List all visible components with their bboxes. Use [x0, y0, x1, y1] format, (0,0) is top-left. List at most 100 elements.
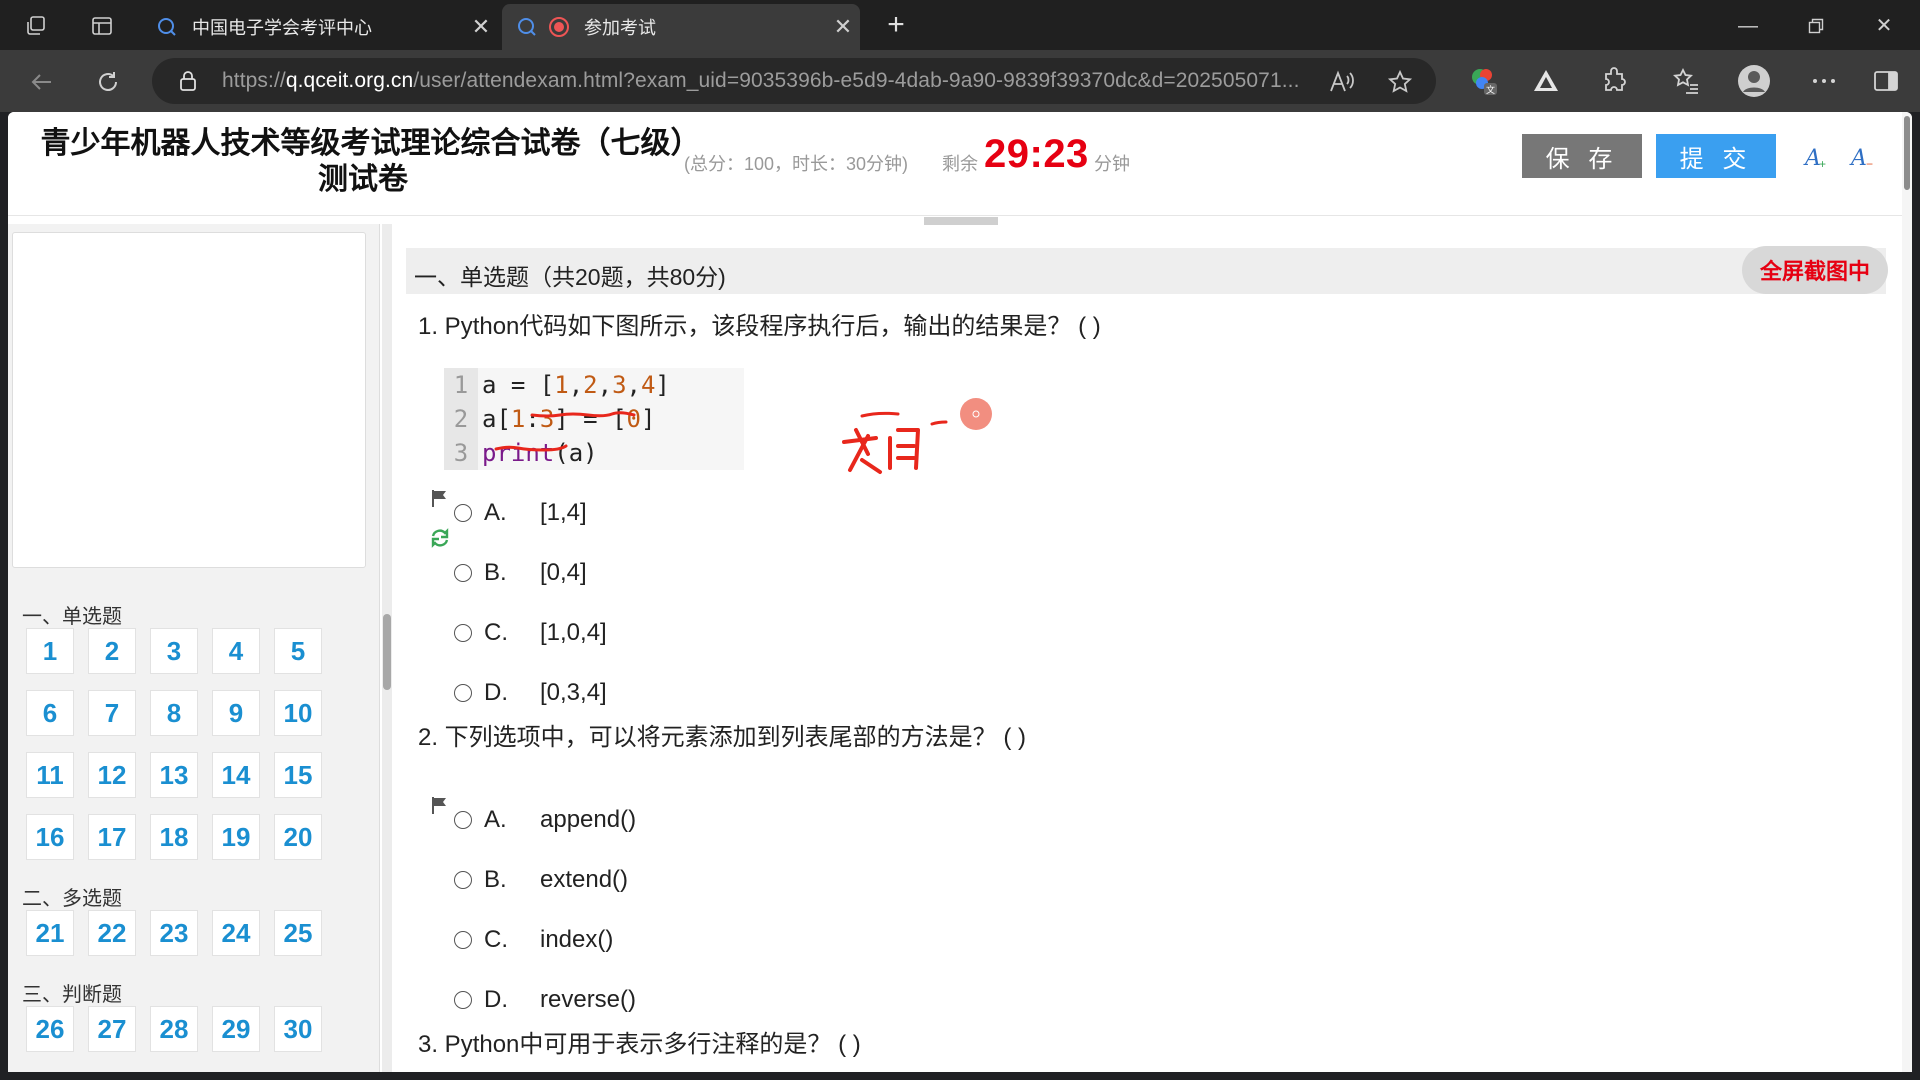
close-icon[interactable]: ✕	[464, 14, 498, 40]
site-favicon-icon	[516, 16, 538, 38]
refresh-icon[interactable]	[90, 64, 126, 100]
restore-icon[interactable]	[1796, 8, 1836, 44]
question-number-button[interactable]: 28	[150, 1006, 198, 1052]
countdown-timer: 29:23	[984, 132, 1089, 176]
code-text: a[1:3] = [0]	[482, 405, 656, 433]
extension-translate-icon[interactable]: 文	[1466, 63, 1502, 99]
question-number-button[interactable]: 24	[212, 910, 260, 956]
submit-button[interactable]: 提 交	[1656, 134, 1776, 178]
question-number-button[interactable]: 29	[212, 1006, 260, 1052]
scrollbar-thumb[interactable]	[1904, 116, 1910, 190]
back-icon[interactable]	[24, 64, 60, 100]
option-2A[interactable]: A. append()	[454, 803, 636, 837]
question-number-button[interactable]: 12	[88, 752, 136, 798]
question-number-button[interactable]: 27	[88, 1006, 136, 1052]
nav-section-label: 二、多选题	[22, 888, 122, 910]
question-number-button[interactable]: 11	[26, 752, 74, 798]
tab-active[interactable]: 参加考试 ✕	[502, 4, 860, 50]
toolbar: https://q.qceit.org.cn/user/attendexam.h…	[0, 50, 1920, 112]
address-bar[interactable]: https://q.qceit.org.cn/user/attendexam.h…	[152, 58, 1436, 104]
question-number-button[interactable]: 19	[212, 814, 260, 860]
option-2C[interactable]: C. index()	[454, 923, 613, 957]
code-line: 1a = [1,2,3,4]	[444, 368, 744, 402]
question-number-button[interactable]: 18	[150, 814, 198, 860]
radio-button[interactable]	[454, 504, 472, 522]
favorites-list-icon[interactable]	[1668, 63, 1704, 99]
question-number-button[interactable]: 1	[26, 628, 74, 674]
exam-header: 青少年机器人技术等级考试理论综合试卷（七级）测试卷 (总分：100，时长：30分…	[8, 112, 1902, 216]
radio-button[interactable]	[454, 871, 472, 889]
radio-button[interactable]	[454, 624, 472, 642]
lock-icon[interactable]	[176, 69, 200, 93]
question-number-button[interactable]: 5	[274, 628, 322, 674]
question-number-button[interactable]: 25	[274, 910, 322, 956]
font-decrease-icon[interactable]: A −	[1848, 142, 1878, 172]
refresh-green-icon[interactable]	[428, 526, 452, 550]
close-icon[interactable]: ✕	[826, 14, 860, 40]
fullscreen-capture-badge: 全屏截图中	[1742, 246, 1888, 294]
code-line: 3 print(a)	[444, 436, 744, 470]
question-number-button[interactable]: 16	[26, 814, 74, 860]
navigator-scrollbar[interactable]	[382, 224, 392, 1072]
svg-text:A: A	[1849, 146, 1867, 171]
question-number-button[interactable]: 7	[88, 690, 136, 736]
font-increase-icon[interactable]: A +	[1802, 142, 1832, 172]
url-input[interactable]: https://q.qceit.org.cn/user/attendexam.h…	[222, 69, 1322, 95]
extension-triangle-icon[interactable]	[1528, 63, 1564, 99]
svg-text:−: −	[1866, 157, 1873, 171]
option-1B[interactable]: B. [0,4]	[454, 556, 587, 590]
option-1A[interactable]: A. [1,4]	[454, 496, 587, 530]
radio-button[interactable]	[454, 811, 472, 829]
flag-icon[interactable]	[428, 793, 452, 817]
question-number-button[interactable]: 14	[212, 752, 260, 798]
minute-label: 分钟	[1094, 154, 1130, 174]
tab-actions-icon[interactable]	[86, 10, 118, 42]
question-number-button[interactable]: 21	[26, 910, 74, 956]
question-number-button[interactable]: 2	[88, 628, 136, 674]
question-number-button[interactable]: 22	[88, 910, 136, 956]
radio-button[interactable]	[454, 684, 472, 702]
question-number-button[interactable]: 10	[274, 690, 322, 736]
extensions-puzzle-icon[interactable]	[1596, 63, 1632, 99]
save-button[interactable]: 保 存	[1522, 134, 1642, 178]
question-number-button[interactable]: 4	[212, 628, 260, 674]
profile-avatar-icon[interactable]	[1736, 63, 1772, 99]
option-2B[interactable]: B. extend()	[454, 863, 628, 897]
remain-label: 剩余	[942, 154, 978, 174]
page-scrollbar[interactable]	[1902, 112, 1912, 1072]
question-number-button[interactable]: 20	[274, 814, 322, 860]
question-number-button[interactable]: 13	[150, 752, 198, 798]
option-1C[interactable]: C. [1,0,4]	[454, 616, 607, 650]
sidebar-toggle-icon[interactable]	[1868, 63, 1904, 99]
read-aloud-icon[interactable]	[1328, 68, 1356, 96]
close-window-icon[interactable]: ✕	[1864, 8, 1904, 44]
flag-icon[interactable]	[428, 486, 452, 510]
radio-button[interactable]	[454, 931, 472, 949]
site-favicon-icon	[156, 16, 178, 38]
question-number-button[interactable]: 26	[26, 1006, 74, 1052]
option-1D[interactable]: D. [0,3,4]	[454, 676, 607, 710]
radio-button[interactable]	[454, 991, 472, 1009]
question-number-button[interactable]: 9	[212, 690, 260, 736]
browser-window: 中国电子学会考评中心 ✕ 参加考试 ✕ + — ✕ https://q.qcei…	[0, 0, 1920, 1080]
minimize-icon[interactable]: —	[1728, 8, 1768, 44]
tab-inactive[interactable]: 中国电子学会考评中心 ✕	[142, 4, 498, 50]
question-number-button[interactable]: 30	[274, 1006, 322, 1052]
radio-button[interactable]	[454, 564, 472, 582]
nav-section-label: 三、判断题	[22, 984, 122, 1006]
question-number-button[interactable]: 17	[88, 814, 136, 860]
candidate-info-box	[12, 232, 366, 568]
question-number-button[interactable]: 8	[150, 690, 198, 736]
favorite-star-icon[interactable]	[1386, 68, 1414, 96]
more-menu-icon[interactable]	[1806, 63, 1842, 99]
page-title: 青少年机器人技术等级考试理论综合试卷（七级）测试卷	[40, 127, 686, 196]
question-number-button[interactable]: 15	[274, 752, 322, 798]
option-2D[interactable]: D. reverse()	[454, 983, 636, 1017]
new-tab-button[interactable]: +	[878, 8, 914, 44]
question-number-button[interactable]: 6	[26, 690, 74, 736]
scrollbar-thumb[interactable]	[383, 614, 391, 690]
workspaces-icon[interactable]	[20, 10, 52, 42]
question-number-button[interactable]: 23	[150, 910, 198, 956]
section-header: 一、单选题（共20题，共80分)	[406, 248, 1886, 294]
question-number-button[interactable]: 3	[150, 628, 198, 674]
